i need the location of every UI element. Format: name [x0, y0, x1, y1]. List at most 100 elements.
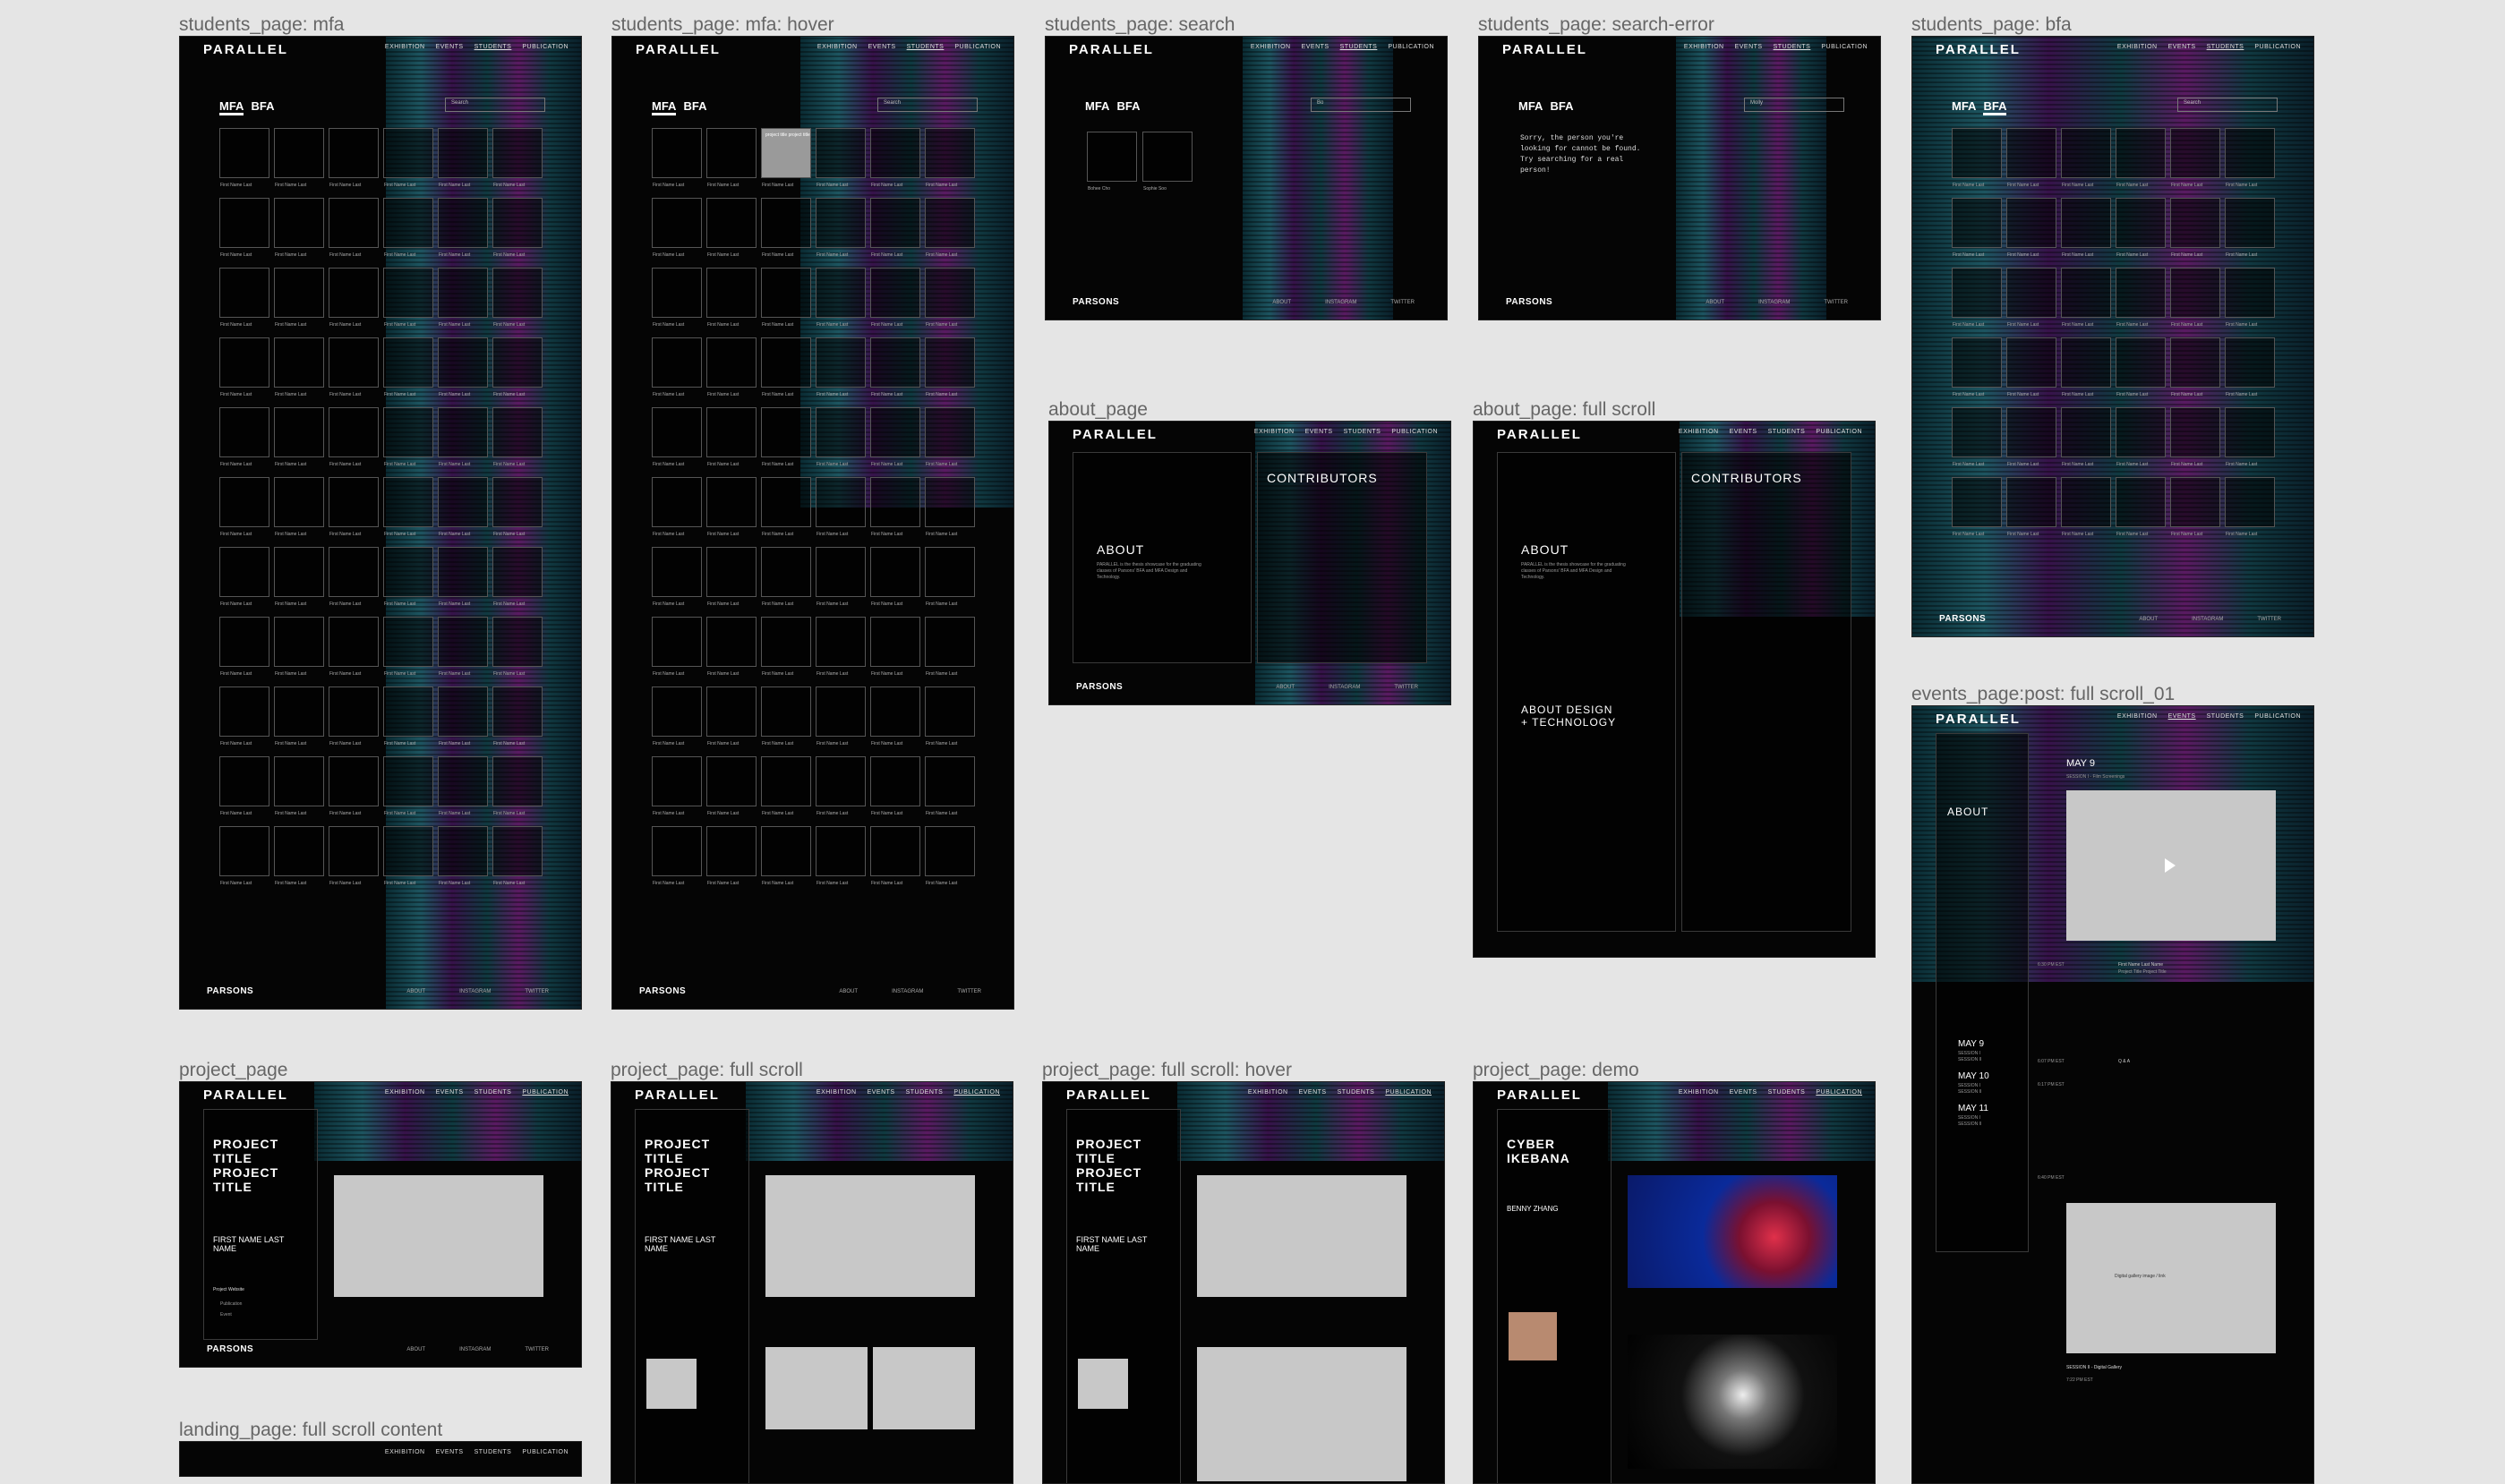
student-card[interactable]: First Name Last: [274, 477, 324, 537]
student-card[interactable]: First Name Last: [492, 477, 543, 537]
nav-events[interactable]: EVENTS: [436, 44, 464, 50]
student-card[interactable]: First Name Last: [438, 268, 488, 328]
student-card[interactable]: First Name Last: [761, 547, 811, 607]
student-card[interactable]: First Name Last: [816, 756, 866, 816]
nav-publication[interactable]: PUBLICATION: [954, 44, 1001, 50]
session-1[interactable]: SESSION I: [1958, 1083, 1989, 1089]
nav-events[interactable]: EVENTS: [2168, 713, 2196, 720]
logo[interactable]: PARALLEL: [1066, 1087, 1151, 1103]
footer-logo[interactable]: PARSONS: [1506, 297, 1552, 307]
student-card[interactable]: First Name Last: [383, 547, 433, 607]
student-card[interactable]: First Name Last: [1952, 477, 2002, 537]
nav-students[interactable]: STUDENTS: [474, 44, 512, 50]
student-card[interactable]: First Name Last: [2061, 268, 2111, 328]
footer-about[interactable]: ABOUT: [1272, 300, 1291, 305]
search-input[interactable]: Bo: [1311, 98, 1411, 112]
logo[interactable]: PARALLEL: [1069, 42, 1154, 57]
nav-publication[interactable]: PUBLICATION: [1388, 44, 1434, 50]
date-may10[interactable]: MAY 10: [1958, 1070, 1989, 1083]
student-card[interactable]: First Name Last: [2225, 268, 2275, 328]
nav-events[interactable]: EVENTS: [436, 1449, 464, 1455]
student-card[interactable]: First Name Last: [2061, 337, 2111, 397]
nav-students[interactable]: STUDENTS: [1340, 44, 1378, 50]
student-card[interactable]: First Name Last: [329, 337, 379, 397]
student-card[interactable]: First Name Last: [2061, 407, 2111, 467]
footer-logo[interactable]: PARSONS: [1939, 614, 1986, 624]
result-card[interactable]: Bohee Cho: [1087, 132, 1137, 192]
student-card[interactable]: First Name Last: [219, 617, 269, 677]
student-card[interactable]: First Name Last: [761, 826, 811, 886]
student-card[interactable]: First Name Last: [274, 547, 324, 607]
student-card[interactable]: First Name Last: [383, 337, 433, 397]
student-card[interactable]: First Name Last: [652, 826, 702, 886]
tab-bfa[interactable]: BFA: [1550, 99, 1573, 113]
date-may11[interactable]: MAY 11: [1958, 1103, 1989, 1115]
student-card[interactable]: First Name Last: [383, 687, 433, 746]
student-card[interactable]: First Name Last: [2170, 128, 2220, 188]
student-card[interactable]: First Name Last: [438, 826, 488, 886]
footer-about[interactable]: ABOUT: [839, 989, 858, 994]
student-card[interactable]: First Name Last: [492, 756, 543, 816]
nav-events[interactable]: EVENTS: [868, 1089, 895, 1096]
logo[interactable]: PARALLEL: [1497, 427, 1582, 442]
student-card[interactable]: First Name Last: [329, 477, 379, 537]
footer-logo[interactable]: PARSONS: [1076, 682, 1123, 692]
date-may9[interactable]: MAY 9: [1958, 1038, 1989, 1051]
student-card[interactable]: First Name Last: [2006, 128, 2056, 188]
student-card[interactable]: First Name Last: [2006, 268, 2056, 328]
student-card[interactable]: First Name Last: [870, 617, 920, 677]
logo[interactable]: PARALLEL: [1073, 427, 1158, 442]
student-card[interactable]: First Name Last: [652, 756, 702, 816]
student-card[interactable]: First Name Last: [329, 756, 379, 816]
student-card[interactable]: First Name Last: [706, 547, 757, 607]
footer-instagram[interactable]: INSTAGRAM: [1329, 685, 1360, 690]
nav-exhibition[interactable]: EXHIBITION: [1679, 1089, 1719, 1096]
student-card[interactable]: First Name Last: [816, 826, 866, 886]
footer-about[interactable]: ABOUT: [406, 989, 425, 994]
student-card[interactable]: First Name Last: [925, 826, 975, 886]
nav-events[interactable]: EVENTS: [2168, 44, 2196, 50]
student-card[interactable]: First Name Last: [2170, 198, 2220, 258]
logo[interactable]: PARALLEL: [636, 42, 721, 57]
nav-events[interactable]: EVENTS: [1730, 1089, 1757, 1096]
student-card[interactable]: First Name Last: [2006, 198, 2056, 258]
play-icon[interactable]: [2165, 858, 2176, 873]
student-card[interactable]: First Name Last: [383, 477, 433, 537]
student-card[interactable]: First Name Last: [492, 128, 543, 188]
student-card[interactable]: First Name Last: [761, 337, 811, 397]
student-card[interactable]: First Name Last: [329, 407, 379, 467]
footer-instagram[interactable]: INSTAGRAM: [1758, 300, 1790, 305]
student-card[interactable]: First Name Last: [925, 407, 975, 467]
nav-publication[interactable]: PUBLICATION: [1816, 1089, 1862, 1096]
student-card[interactable]: First Name Last project title project tit…: [761, 128, 811, 188]
student-card[interactable]: First Name Last: [870, 337, 920, 397]
footer-twitter[interactable]: TWITTER: [1390, 300, 1415, 305]
student-card[interactable]: First Name Last: [492, 407, 543, 467]
student-card[interactable]: First Name Last: [706, 268, 757, 328]
nav-publication[interactable]: PUBLICATION: [953, 1089, 1000, 1096]
nav-exhibition[interactable]: EXHIBITION: [2117, 44, 2158, 50]
logo[interactable]: PARALLEL: [1936, 712, 2021, 727]
nav-events[interactable]: EVENTS: [868, 44, 896, 50]
nav-students[interactable]: STUDENTS: [1344, 429, 1381, 435]
student-card[interactable]: First Name Last: [383, 826, 433, 886]
student-card[interactable]: First Name Last: [438, 477, 488, 537]
student-card[interactable]: First Name Last: [329, 547, 379, 607]
nav-exhibition[interactable]: EXHIBITION: [2117, 713, 2158, 720]
student-card[interactable]: First Name Last: [816, 687, 866, 746]
student-card[interactable]: First Name Last: [2116, 477, 2166, 537]
student-card[interactable]: First Name Last: [706, 826, 757, 886]
tab-bfa[interactable]: BFA: [1116, 99, 1140, 113]
tab-mfa[interactable]: MFA: [652, 99, 677, 115]
demo-video[interactable]: [1628, 1335, 1837, 1469]
student-card[interactable]: First Name Last: [2006, 407, 2056, 467]
student-card[interactable]: First Name Last: [329, 617, 379, 677]
search-input[interactable]: Molly: [1744, 98, 1844, 112]
student-card[interactable]: First Name Last: [2225, 337, 2275, 397]
student-card[interactable]: First Name Last: [2225, 477, 2275, 537]
student-card[interactable]: First Name Last: [2170, 477, 2220, 537]
student-card[interactable]: First Name Last: [383, 198, 433, 258]
student-card[interactable]: First Name Last: [2006, 337, 2056, 397]
student-card[interactable]: First Name Last: [870, 826, 920, 886]
footer-instagram[interactable]: INSTAGRAM: [459, 989, 491, 994]
